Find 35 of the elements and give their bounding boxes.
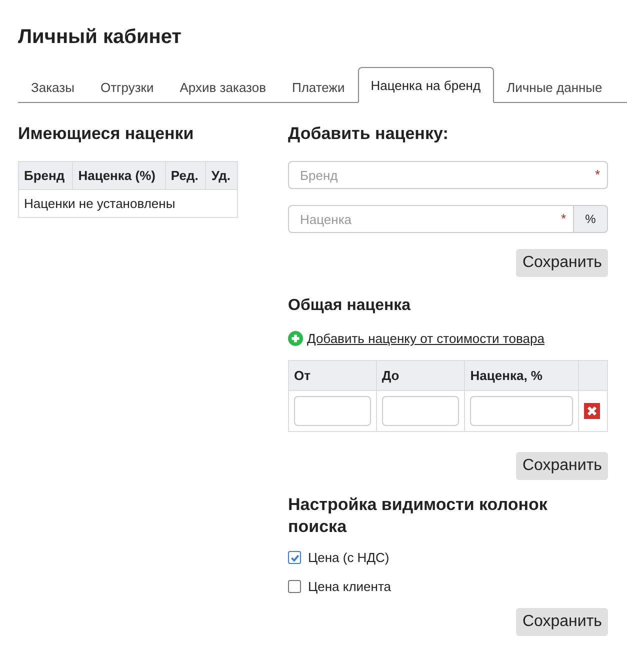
input-field[interactable]	[294, 396, 371, 426]
required-mark: *	[560, 212, 566, 226]
empty-message: Наценки не установлены	[18, 190, 238, 218]
tab[interactable]: Архив заказов	[166, 70, 279, 103]
input-field[interactable]	[382, 396, 460, 426]
section-title: Добавить наценку:	[288, 123, 450, 145]
add-markup-link[interactable]: Добавить наценку от стоимости товара	[307, 331, 544, 346]
tab[interactable]: Заказы	[18, 70, 88, 103]
checkbox[interactable]	[288, 551, 301, 564]
column-header: Наценка, %	[464, 360, 578, 390]
tab[interactable]: Платежи	[279, 70, 358, 103]
save-button[interactable]: Сохранить	[516, 452, 608, 480]
checkbox-label: Цена клиента	[308, 579, 391, 594]
add-icon[interactable]	[288, 331, 303, 346]
input-field[interactable]	[470, 396, 573, 426]
section-title: Общая наценка	[288, 296, 412, 316]
save-button[interactable]: Сохранить	[516, 249, 608, 277]
page-title: Личный кабинет	[18, 25, 182, 49]
column-header: Уд.	[206, 162, 238, 190]
section-title: Имеющиеся наценки	[18, 123, 195, 145]
column-header: Ред.	[165, 162, 206, 190]
save-button[interactable]: Сохранить	[516, 608, 608, 636]
section-title: Настройка видимости колонок поиска	[288, 494, 548, 538]
column-header: Наценка (%)	[72, 162, 166, 190]
column-header: Бренд	[18, 162, 73, 190]
tab[interactable]: Отгрузки	[87, 70, 167, 103]
checkbox-label: Цена (с НДС)	[308, 550, 390, 565]
percent-addon: %	[574, 205, 608, 233]
tab[interactable]: Личные данные	[494, 70, 616, 103]
column-header: От	[288, 360, 376, 390]
checkbox[interactable]	[288, 580, 301, 593]
tab[interactable]: Наценка на бренд	[358, 67, 494, 103]
delete-icon[interactable]	[584, 403, 600, 419]
column-header: До	[376, 360, 465, 390]
required-mark: *	[594, 168, 600, 182]
